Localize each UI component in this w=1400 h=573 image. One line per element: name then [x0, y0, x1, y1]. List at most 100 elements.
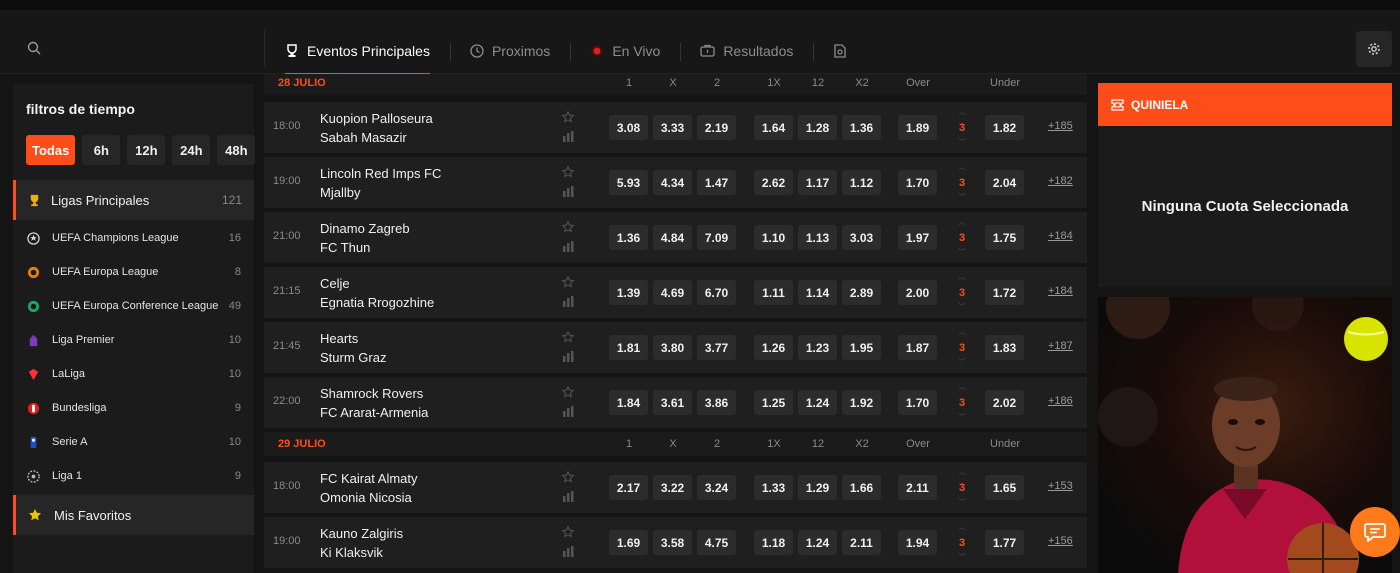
odd-x2[interactable]: 2.11 [842, 530, 881, 555]
chevron-up-icon[interactable]: ︿ [959, 384, 966, 391]
sidebar-item-favoritos[interactable]: Mis Favoritos [13, 495, 254, 535]
odd-under[interactable]: 1.83 [985, 335, 1024, 360]
odd-x2[interactable]: 2.89 [842, 280, 881, 305]
odd-1[interactable]: 1.81 [609, 335, 648, 360]
stats-icon[interactable] [563, 296, 574, 307]
match-row[interactable]: 19:00 Lincoln Red Imps FC Mjallby 5.93 4… [264, 157, 1087, 208]
sidebar-item-champions-league[interactable]: UEFA Champions League 16 [13, 221, 254, 255]
sidebar-item-laliga[interactable]: LaLiga 10 [13, 357, 254, 391]
match-row[interactable]: 21:45 Hearts Sturm Graz 1.81 3.80 3.77 1… [264, 322, 1087, 373]
odd-x[interactable]: 3.58 [653, 530, 692, 555]
odd-12[interactable]: 1.14 [798, 280, 837, 305]
odd-12[interactable]: 1.24 [798, 530, 837, 555]
tab-proximos[interactable]: Proximos [449, 31, 570, 71]
odd-under[interactable]: 1.72 [985, 280, 1024, 305]
stats-icon[interactable] [563, 351, 574, 362]
favorite-star-icon[interactable] [562, 386, 574, 398]
odd-x2[interactable]: 1.95 [842, 335, 881, 360]
filter-todas[interactable]: Todas [26, 135, 76, 165]
favorite-star-icon[interactable] [562, 166, 574, 178]
odd-12[interactable]: 1.13 [798, 225, 837, 250]
goal-line-stepper[interactable]: ︿ 3 ﹀ [956, 274, 968, 311]
odd-under[interactable]: 1.77 [985, 530, 1024, 555]
favorite-star-icon[interactable] [562, 331, 574, 343]
odd-12[interactable]: 1.28 [798, 115, 837, 140]
chevron-down-icon[interactable]: ﹀ [959, 554, 966, 561]
sidebar-item-europa-league[interactable]: UEFA Europa League 8 [13, 255, 254, 289]
sidebar-item-conference-league[interactable]: UEFA Europa Conference League 49 [13, 289, 254, 323]
odd-1x[interactable]: 1.18 [754, 530, 793, 555]
filter-6h[interactable]: 6h [82, 135, 121, 165]
chat-button[interactable] [1350, 507, 1400, 557]
odd-12[interactable]: 1.23 [798, 335, 837, 360]
odd-1x[interactable]: 1.26 [754, 335, 793, 360]
more-markets-link[interactable]: +187 [1048, 340, 1073, 352]
odd-over[interactable]: 1.97 [898, 225, 937, 250]
odd-1x[interactable]: 1.10 [754, 225, 793, 250]
chevron-up-icon[interactable]: ︿ [959, 329, 966, 336]
sidebar-item-liga-1[interactable]: Liga 1 9 [13, 459, 254, 493]
sidebar-item-bundesliga[interactable]: Bundesliga 9 [13, 391, 254, 425]
odd-1[interactable]: 1.69 [609, 530, 648, 555]
sidebar-item-serie-a[interactable]: Serie A 10 [13, 425, 254, 459]
settings-button[interactable] [1356, 31, 1392, 67]
odd-over[interactable]: 2.00 [898, 280, 937, 305]
more-markets-link[interactable]: +182 [1048, 175, 1073, 187]
odd-x[interactable]: 3.33 [653, 115, 692, 140]
odd-under[interactable]: 1.75 [985, 225, 1024, 250]
more-markets-link[interactable]: +186 [1048, 395, 1073, 407]
odd-1x[interactable]: 1.33 [754, 475, 793, 500]
odd-2[interactable]: 4.75 [697, 530, 736, 555]
odd-2[interactable]: 6.70 [697, 280, 736, 305]
odd-1[interactable]: 1.39 [609, 280, 648, 305]
more-markets-link[interactable]: +156 [1048, 535, 1073, 547]
quiniela-header[interactable]: QUINIELA [1098, 83, 1392, 126]
odd-x2[interactable]: 1.12 [842, 170, 881, 195]
match-row[interactable]: 21:00 Dinamo Zagreb FC Thun 1.36 4.84 7.… [264, 212, 1087, 263]
chevron-up-icon[interactable]: ︿ [959, 524, 966, 531]
goal-line-stepper[interactable]: ︿ 3 ﹀ [956, 164, 968, 201]
chevron-down-icon[interactable]: ﹀ [959, 359, 966, 366]
odd-x[interactable]: 4.84 [653, 225, 692, 250]
odd-over[interactable]: 1.70 [898, 170, 937, 195]
odd-2[interactable]: 3.86 [697, 390, 736, 415]
chevron-up-icon[interactable]: ︿ [959, 469, 966, 476]
odd-under[interactable]: 2.04 [985, 170, 1024, 195]
chevron-up-icon[interactable]: ︿ [959, 219, 966, 226]
match-row[interactable]: 19:00 Kauno Zalgiris Ki Klaksvik 1.69 3.… [264, 517, 1087, 568]
chevron-down-icon[interactable]: ﹀ [959, 414, 966, 421]
odd-1x[interactable]: 1.64 [754, 115, 793, 140]
match-row[interactable]: 18:00 Kuopion Palloseura Sabah Masazir 3… [264, 102, 1087, 153]
odd-over[interactable]: 1.94 [898, 530, 937, 555]
odd-over[interactable]: 1.87 [898, 335, 937, 360]
sidebar-item-liga-premier[interactable]: Liga Premier 10 [13, 323, 254, 357]
odd-2[interactable]: 7.09 [697, 225, 736, 250]
goal-line-stepper[interactable]: ︿ 3 ﹀ [956, 329, 968, 366]
odd-x[interactable]: 3.22 [653, 475, 692, 500]
match-row[interactable]: 18:00 FC Kairat Almaty Omonia Nicosia 2.… [264, 462, 1087, 513]
odd-12[interactable]: 1.24 [798, 390, 837, 415]
odd-1x[interactable]: 2.62 [754, 170, 793, 195]
chevron-up-icon[interactable]: ︿ [959, 164, 966, 171]
odd-over[interactable]: 1.70 [898, 390, 937, 415]
chevron-down-icon[interactable]: ﹀ [959, 499, 966, 506]
tab-en-vivo[interactable]: En Vivo [570, 31, 680, 71]
odd-1[interactable]: 1.36 [609, 225, 648, 250]
stats-icon[interactable] [563, 186, 574, 197]
odd-under[interactable]: 1.65 [985, 475, 1024, 500]
more-markets-link[interactable]: +153 [1048, 480, 1073, 492]
odd-under[interactable]: 1.82 [985, 115, 1024, 140]
goal-line-stepper[interactable]: ︿ 3 ﹀ [956, 219, 968, 256]
chevron-down-icon[interactable]: ﹀ [959, 304, 966, 311]
match-row[interactable]: 22:00 Shamrock Rovers FC Ararat-Armenia … [264, 377, 1087, 428]
odd-x[interactable]: 3.80 [653, 335, 692, 360]
stats-icon[interactable] [563, 241, 574, 252]
odd-1[interactable]: 5.93 [609, 170, 648, 195]
stats-icon[interactable] [563, 546, 574, 557]
stats-icon[interactable] [563, 491, 574, 502]
promo-banner[interactable] [1098, 297, 1392, 573]
odd-1[interactable]: 3.08 [609, 115, 648, 140]
odd-x2[interactable]: 1.66 [842, 475, 881, 500]
odd-1[interactable]: 2.17 [609, 475, 648, 500]
odd-2[interactable]: 2.19 [697, 115, 736, 140]
